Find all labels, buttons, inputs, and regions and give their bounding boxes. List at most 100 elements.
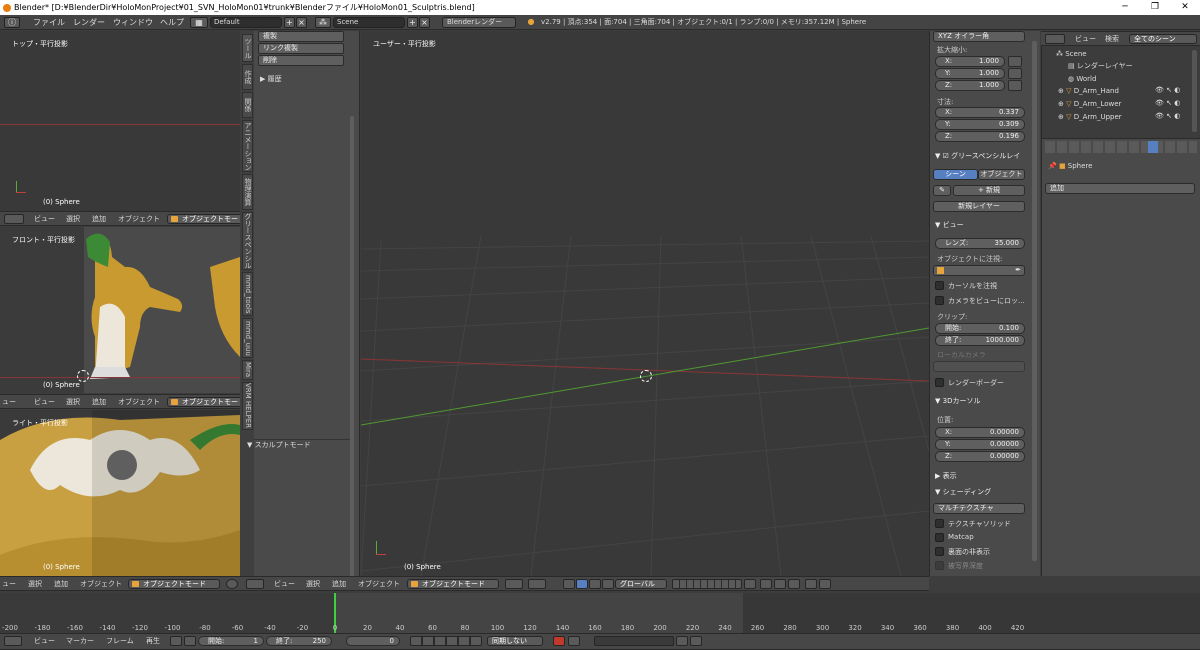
dimension-x-field[interactable]: X: 0.337 [935,107,1025,118]
textured-solid-checkbox[interactable] [935,519,944,528]
timeline-menu-marker[interactable]: マーカー [66,634,94,648]
menu-view-cut[interactable]: ュー [2,395,16,408]
matcap-checkbox[interactable] [935,533,944,542]
outliner-item-render-layers[interactable]: ▤ レンダーレイヤー [1068,61,1133,71]
mode-select[interactable]: オブジェクトモー [167,397,240,407]
scene-add-button[interactable]: + [407,17,418,28]
delete-button[interactable]: 削除 [258,55,344,66]
end-frame-field[interactable]: 終了: 250 [266,636,332,646]
screen-layout-field[interactable]: Default [210,17,282,28]
viewport-front[interactable]: フロント・平行投影 (0) Sphere [0,227,240,393]
tab-vrm-helper[interactable]: VRM HELPER [242,382,253,430]
lock-icon[interactable] [1008,80,1022,91]
maximize-button[interactable]: ❐ [1140,0,1170,15]
sync-mode-select[interactable]: 同期しない [487,636,543,646]
menu-add[interactable]: 追加 [54,577,68,590]
view-panel-header[interactable]: ▼ ビュー [935,220,964,230]
outliner-item-arm-lower[interactable]: ⊕ ▽ D_Arm_Lower [1058,99,1121,109]
menu-select[interactable]: 選択 [66,212,80,225]
timeline-menu-playback[interactable]: 再生 [146,634,160,648]
cursor-y-field[interactable]: Y: 0.00000 [935,439,1025,450]
properties-context-tabs[interactable] [1045,141,1197,153]
modifier-tab-icon[interactable] [1148,141,1158,153]
insert-keyframe-icon[interactable] [676,636,688,646]
outliner-item-scene[interactable]: ⁂ Scene [1056,49,1087,59]
display-panel-header[interactable]: ▶ 表示 [935,471,957,481]
viewport-shading-icon[interactable] [505,579,523,589]
dimension-y-field[interactable]: Y: 0.309 [935,119,1025,130]
lock-icon[interactable] [1008,56,1022,67]
add-modifier-select[interactable]: 追加 [1045,183,1195,194]
snap-toggle-icon[interactable] [774,579,786,589]
cursor-z-field[interactable]: Z: 0.00000 [935,451,1025,462]
outliner-item-arm-hand[interactable]: ⊕ ▽ D_Arm_Hand [1058,86,1119,96]
backface-culling-checkbox[interactable] [935,547,944,556]
mode-select[interactable]: オブジェクトモード [407,579,499,589]
snap-element-icon[interactable] [788,579,800,589]
menu-help[interactable]: ヘルプ [160,15,184,30]
timeline-menu-frame[interactable]: フレーム [106,634,134,648]
outliner-display-mode[interactable]: 全てのシーン [1129,34,1197,44]
shading-panel-header[interactable]: ▼ シェーディング [935,487,991,497]
duplicate-linked-button[interactable]: リンク複製 [258,43,344,54]
keying-mode-icon[interactable] [568,636,580,646]
close-button[interactable]: ✕ [1170,0,1200,15]
delete-keyframe-icon[interactable] [690,636,702,646]
scene-remove-button[interactable]: × [419,17,430,28]
translate-manipulator-icon[interactable] [576,579,588,589]
grease-pencil-object-tab[interactable]: オブジェクト [978,169,1025,180]
toolshelf-scrollbar[interactable] [350,116,354,578]
editor-type-info-icon[interactable]: ⓘ [4,17,20,28]
manipulator-toggle-icon[interactable] [563,579,575,589]
shading-solid-icon[interactable] [226,579,238,589]
menu-view[interactable]: ビュー [34,395,55,408]
menu-render[interactable]: レンダー [73,15,105,30]
proportional-edit-icon[interactable] [760,579,772,589]
lock-icon[interactable] [1008,68,1022,79]
visibility-icons[interactable]: 👁 ↖ ◐ [1155,99,1180,107]
transform-orientation-select[interactable]: グローバル [615,579,667,589]
menu-view[interactable]: ビュー [274,577,295,590]
tab-animation[interactable]: アニメーション [242,120,253,172]
tab-grease-pencil[interactable]: グリースペンシル [242,212,253,270]
outliner-menu-view[interactable]: ビュー [1075,32,1096,45]
visibility-icons[interactable]: 👁 ↖ ◐ [1155,112,1180,120]
render-border-checkbox[interactable] [935,378,944,387]
outliner-menu-search[interactable]: 検索 [1105,32,1119,45]
menu-add[interactable]: 追加 [92,212,106,225]
tab-create[interactable]: 作成 [242,64,253,90]
outliner-scrollbar[interactable] [1192,50,1197,132]
duplicate-button[interactable]: 複製 [258,31,344,42]
menu-object[interactable]: オブジェクト [118,212,160,225]
menu-object[interactable]: オブジェクト [358,577,400,590]
opengl-anim-render-icon[interactable] [819,579,831,589]
editor-type-3dview-icon[interactable] [246,579,264,589]
editor-type-3dview-icon[interactable] [4,214,24,224]
mode-select[interactable]: オブジェクトモー [167,214,240,224]
cursor-x-field[interactable]: X: 0.00000 [935,427,1025,438]
editor-type-timeline-icon[interactable] [4,636,22,646]
tab-mmd-tools[interactable]: mmd_tools [242,272,253,316]
editor-type-outliner-icon[interactable] [1045,34,1065,44]
lock-camera-checkbox[interactable] [935,296,944,305]
tab-mira[interactable]: Mira [242,360,253,380]
lens-field[interactable]: レンズ: 35.000 [935,238,1025,249]
lock-cursor-checkbox[interactable] [935,281,944,290]
lock-time-icon[interactable] [184,636,196,646]
n-panel-scrollbar[interactable] [1032,41,1037,561]
depth-of-field-checkbox[interactable] [935,561,944,570]
3d-cursor-panel-header[interactable]: ▼ 3Dカーソル [935,396,980,406]
history-panel-header[interactable]: ▶ 履歴 [260,74,282,84]
menu-select[interactable]: 選択 [28,577,42,590]
sculpt-mode-panel-header[interactable]: ▼ スカルプトモード [247,440,311,450]
mode-select[interactable]: オブジェクトモード [128,579,220,589]
outliner-item-arm-upper[interactable]: ⊕ ▽ D_Arm_Upper [1058,112,1122,122]
screen-add-button[interactable]: + [284,17,295,28]
visibility-icons[interactable]: 👁 ↖ ◐ [1155,86,1180,94]
layer-buttons[interactable] [672,579,742,589]
shading-mode-select[interactable]: マルチテクスチャ [933,503,1025,514]
grease-pencil-scene-tab[interactable]: シーン [933,169,978,180]
eyedropper-icon[interactable]: ✒ [1015,266,1021,275]
keying-set-field[interactable] [594,636,674,646]
viewport-top[interactable]: トップ・平行投影 (0) Sphere [0,31,240,211]
